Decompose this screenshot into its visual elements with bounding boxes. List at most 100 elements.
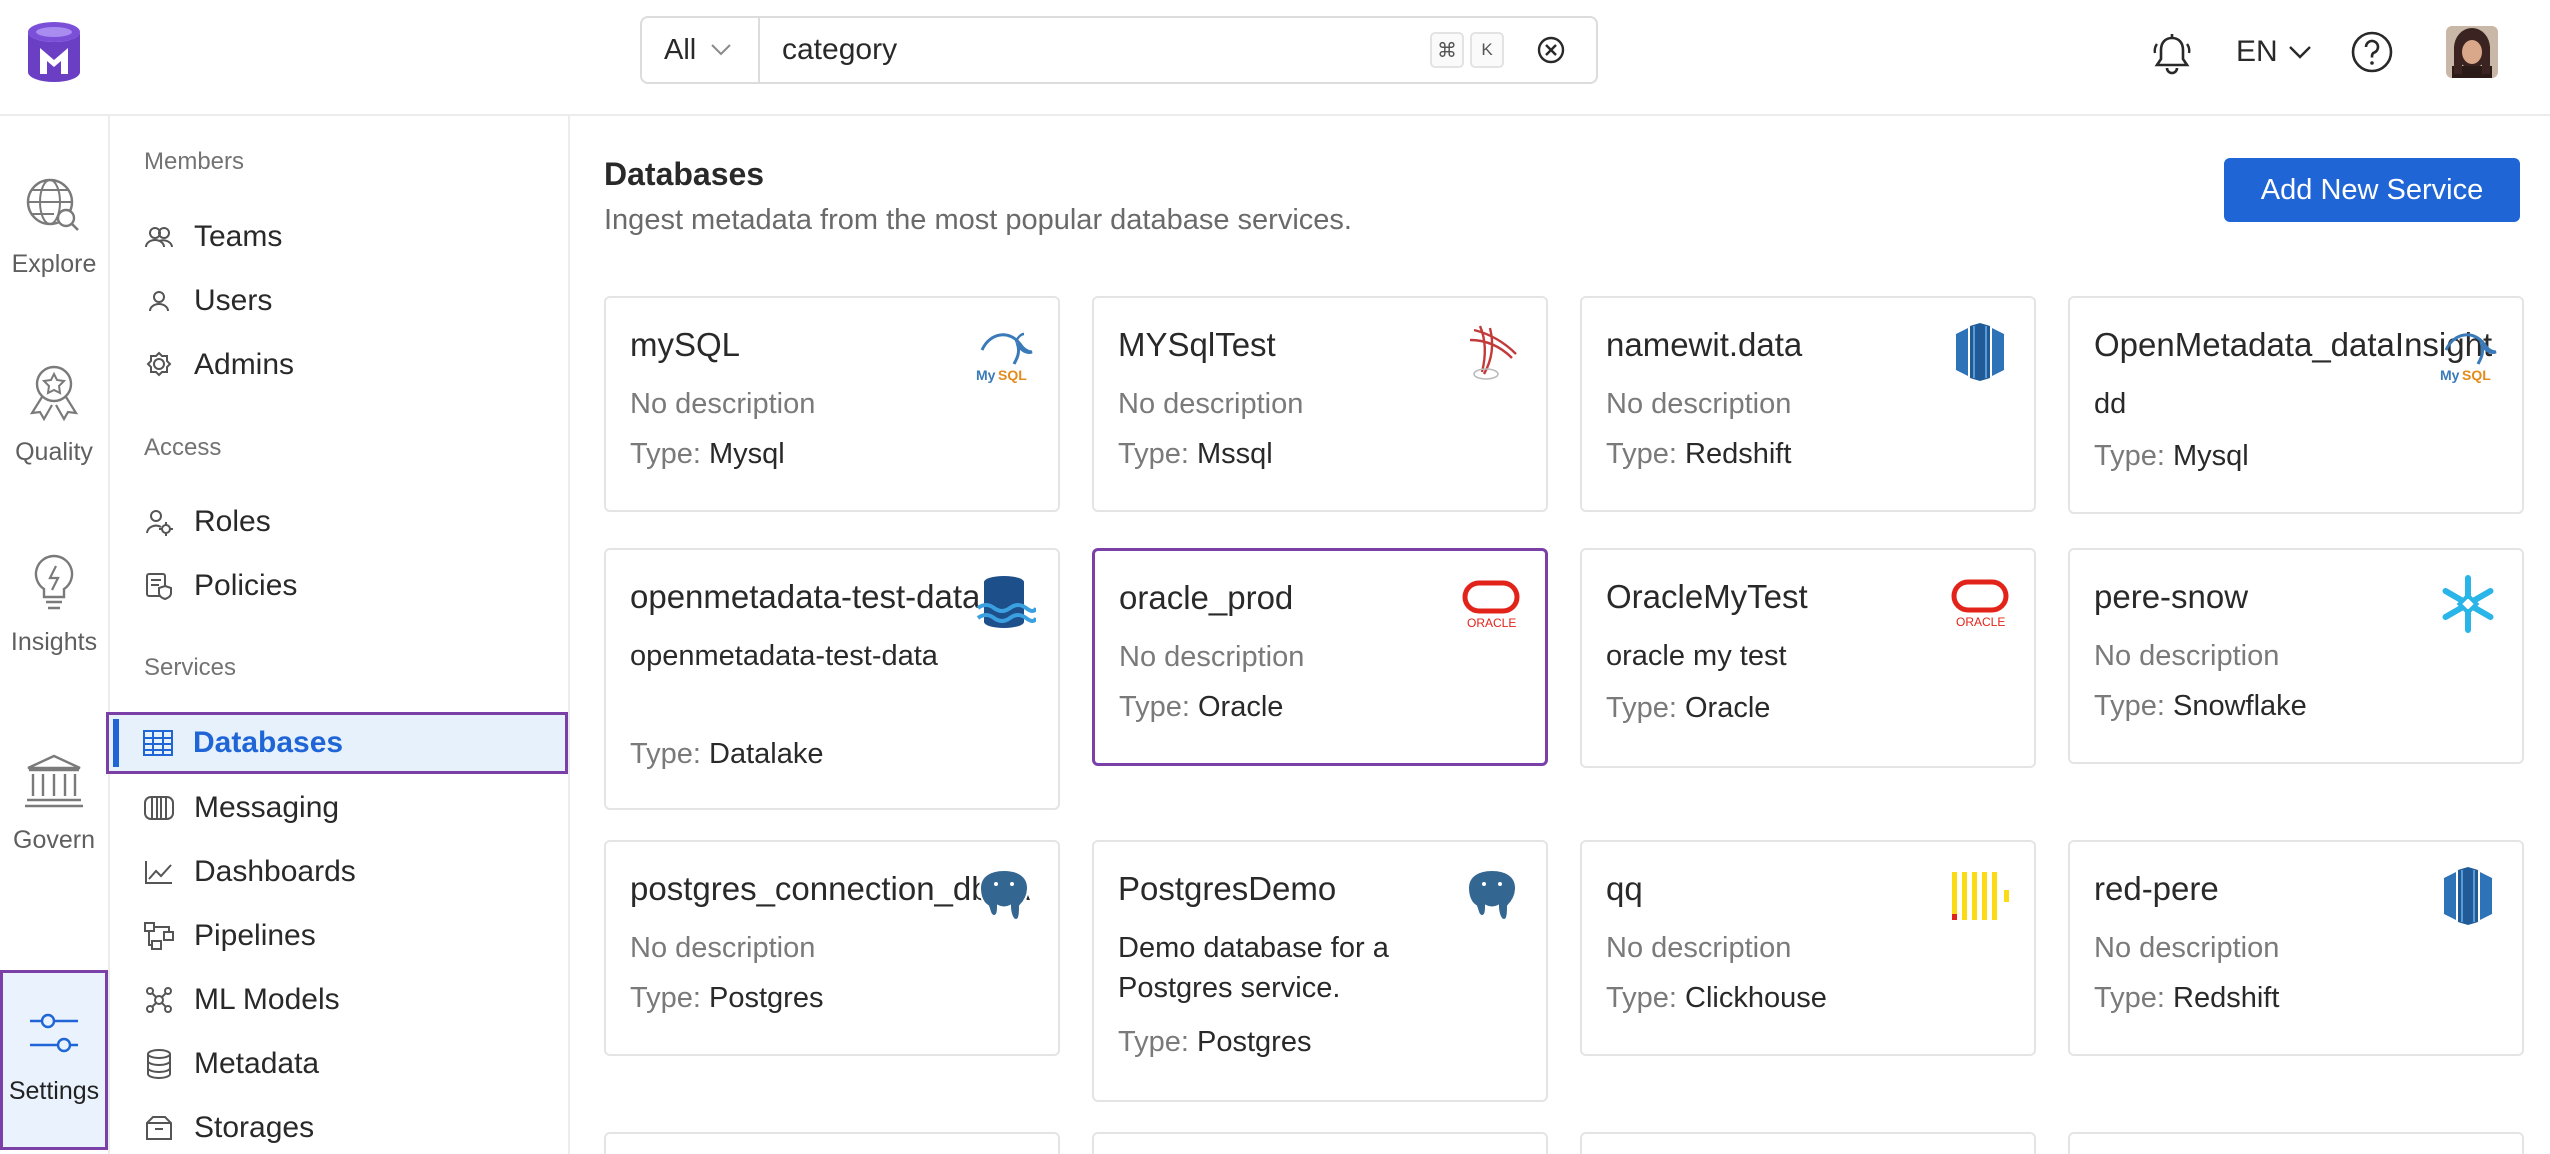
add-new-service-button[interactable]: Add New Service — [2224, 158, 2520, 222]
shortcut-cmd-key: ⌘ — [1430, 32, 1464, 68]
type-label: Type: — [2094, 982, 2165, 1014]
search-scope-dropdown[interactable]: All — [642, 18, 760, 82]
service-type: Type: Redshift — [1606, 438, 1791, 471]
type-value: Mysql — [709, 438, 785, 470]
clear-search-icon[interactable] — [1524, 23, 1578, 77]
service-name[interactable]: mySQL — [630, 326, 740, 364]
service-card[interactable]: openmetadata-test-data openmetadata-test… — [604, 548, 1060, 810]
service-name[interactable]: PostgresDemo — [1118, 870, 1336, 908]
service-card[interactable] — [2068, 1132, 2524, 1154]
service-type: Type: Oracle — [1606, 692, 1770, 725]
service-name[interactable]: namewit.data — [1606, 326, 1802, 364]
service-name[interactable]: oracle_prod — [1119, 579, 1293, 617]
insights-icon — [34, 554, 74, 610]
service-card[interactable]: PostgresDemo Demo database for a Postgre… — [1092, 840, 1548, 1102]
page-subtitle: Ingest metadata from the most popular da… — [604, 204, 1352, 236]
type-label: Type: — [630, 982, 701, 1014]
rail-label-quality: Quality — [15, 438, 93, 466]
service-card[interactable]: MYSqlTest No description Type: Mssql — [1092, 296, 1548, 512]
oracle-icon: ORACLE — [1459, 573, 1523, 637]
nav-item-metadata[interactable]: Metadata — [110, 1033, 568, 1095]
nav-item-teams[interactable]: Teams — [110, 206, 568, 268]
notification-bell-icon[interactable] — [2148, 30, 2196, 78]
explore-icon — [26, 178, 79, 231]
service-card[interactable]: oracle_prod No description Type: Oracle … — [1092, 548, 1548, 766]
chevron-down-icon — [2288, 46, 2311, 59]
openmetadata-logo-icon[interactable] — [26, 20, 82, 84]
service-card[interactable] — [604, 1132, 1060, 1154]
oracle-icon: ORACLE — [1948, 572, 2012, 636]
service-name[interactable]: qq — [1606, 870, 1643, 908]
nav-label-teams: Teams — [194, 220, 283, 253]
left-rail: Explore Quality Insights Govern Settings — [0, 116, 110, 1154]
redshift-icon — [2436, 864, 2500, 928]
service-type: Type: Clickhouse — [1606, 982, 1827, 1015]
language-selector[interactable]: EN — [2236, 30, 2312, 74]
service-type: Type: Mysql — [2094, 440, 2249, 473]
svg-text:SQL: SQL — [998, 367, 1027, 383]
nav-item-databases[interactable]: Databases — [106, 712, 568, 774]
service-card[interactable]: mySQL No description Type: Mysql My SQL — [604, 296, 1060, 512]
nav-label-roles: Roles — [194, 505, 271, 538]
service-card[interactable]: red-pere No description Type: Redshift — [2068, 840, 2524, 1056]
service-name[interactable]: OpenMetadata_dataInsight — [2094, 326, 2492, 364]
nav-label-storages: Storages — [194, 1111, 315, 1144]
service-name[interactable]: openmetadata-test-data — [630, 578, 980, 616]
service-card[interactable]: postgres_connection_db_A No description … — [604, 840, 1060, 1056]
rail-item-settings[interactable]: Settings — [0, 970, 108, 1150]
nav-item-roles[interactable]: Roles — [110, 491, 568, 553]
service-name[interactable]: pere-snow — [2094, 578, 2248, 616]
rail-item-explore[interactable]: Explore — [0, 176, 108, 279]
nav-label-pipelines: Pipelines — [194, 919, 316, 952]
service-card[interactable]: namewit.data No description Type: Redshi… — [1580, 296, 2036, 512]
datalake-icon — [972, 572, 1036, 636]
service-card[interactable]: pere-snow No description Type: Snowflake — [2068, 548, 2524, 764]
nav-item-policies[interactable]: Policies — [110, 555, 568, 617]
service-card[interactable]: qq No description Type: Clickhouse — [1580, 840, 2036, 1056]
rail-item-insights[interactable]: Insights — [0, 552, 108, 657]
type-label: Type: — [2094, 690, 2165, 722]
service-name[interactable]: postgres_connection_db_A — [630, 870, 1030, 908]
nav-item-admins[interactable]: Admins — [110, 334, 568, 396]
teams-icon — [144, 222, 174, 252]
nav-item-pipelines[interactable]: Pipelines — [110, 905, 568, 967]
type-value: Clickhouse — [1685, 982, 1827, 1014]
nav-item-dashboards[interactable]: Dashboards — [110, 841, 568, 903]
service-description: No description — [2094, 932, 2280, 964]
nav-section-access: Access — [144, 434, 222, 461]
rail-label-insights: Insights — [10, 628, 98, 656]
service-card[interactable] — [1092, 1132, 1548, 1154]
rail-item-govern[interactable]: Govern — [0, 752, 108, 855]
main-content: Databases Ingest metadata from the most … — [572, 116, 2550, 1154]
service-description: No description — [630, 932, 816, 964]
top-bar: All ⌘ K EN — [0, 0, 2550, 116]
nav-item-storages[interactable]: Storages — [110, 1097, 568, 1154]
nav-item-users[interactable]: Users — [110, 270, 568, 332]
nav-item-messaging[interactable]: Messaging — [110, 777, 568, 839]
type-value: Postgres — [1197, 1026, 1312, 1058]
type-label: Type: — [630, 738, 701, 770]
rail-item-quality[interactable]: Quality — [0, 362, 108, 467]
user-avatar[interactable] — [2446, 26, 2498, 78]
language-label: EN — [2236, 35, 2278, 68]
nav-label-ml-models: ML Models — [194, 983, 340, 1016]
service-description: dd — [2094, 388, 2127, 420]
chevron-down-icon — [711, 44, 731, 56]
roles-icon — [144, 507, 174, 537]
pipeline-icon — [144, 921, 174, 951]
service-card[interactable]: OpenMetadata_dataInsight dd Type: Mysql … — [2068, 296, 2524, 514]
service-description: No description — [2094, 640, 2280, 672]
service-card[interactable]: OracleMyTest oracle my test Type: Oracle… — [1580, 548, 2036, 768]
rail-label-govern: Govern — [13, 826, 95, 854]
service-name[interactable]: red-pere — [2094, 870, 2219, 908]
mysql-icon: My SQL — [972, 320, 1036, 384]
help-icon[interactable] — [2348, 28, 2396, 76]
service-description: openmetadata-test-data — [630, 640, 938, 672]
service-card[interactable] — [1580, 1132, 2036, 1154]
service-name[interactable]: OracleMyTest — [1606, 578, 1808, 616]
search-input[interactable] — [760, 18, 1430, 82]
service-name[interactable]: MYSqlTest — [1118, 326, 1276, 364]
nav-item-ml-models[interactable]: ML Models — [110, 969, 568, 1031]
type-value: Snowflake — [2173, 690, 2307, 722]
type-label: Type: — [630, 438, 701, 470]
